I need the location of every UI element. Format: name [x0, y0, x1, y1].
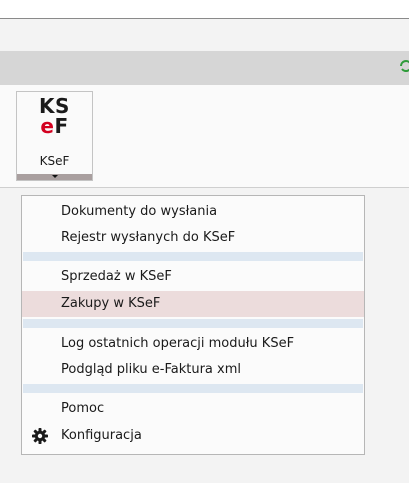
refresh-icon[interactable]	[399, 59, 409, 73]
gear-icon	[32, 428, 48, 444]
menu-item-zakupy-w-ksef[interactable]: Zakupy w KSeF	[22, 291, 364, 317]
ksef-logo: KS eF	[17, 96, 92, 136]
ksef-logo-f: F	[54, 114, 69, 138]
ksef-dropdown-menu: Dokumenty do wysłania Rejestr wysłanych …	[21, 195, 365, 455]
menu-separator	[23, 252, 363, 261]
ksef-logo-line1: KS	[39, 94, 70, 118]
menu-item-sprzedaz-w-ksef[interactable]: Sprzedaż w KSeF	[22, 264, 364, 290]
ksef-ribbon-button[interactable]: KS eF KSeF	[16, 91, 93, 181]
menu-item-label: Log ostatnich operacji modułu KSeF	[61, 336, 295, 351]
menu-item-label: Sprzedaż w KSeF	[61, 269, 172, 284]
menu-item-rejestr-wyslanych[interactable]: Rejestr wysłanych do KSeF	[22, 225, 364, 251]
menu-item-label: Pomoc	[61, 401, 105, 416]
ksef-logo-line2: eF	[17, 116, 92, 136]
menu-separator	[23, 319, 363, 328]
ksef-dropdown-bar[interactable]	[17, 174, 92, 180]
menu-item-label: Rejestr wysłanych do KSeF	[61, 230, 236, 245]
toolbar-strip	[0, 51, 409, 85]
menu-item-konfiguracja[interactable]: Konfiguracja	[22, 423, 364, 449]
top-bar	[0, 0, 409, 19]
menu-item-label: Dokumenty do wysłania	[61, 204, 218, 219]
menu-item-label: Konfiguracja	[61, 428, 142, 443]
menu-item-log-operacji[interactable]: Log ostatnich operacji modułu KSeF	[22, 331, 364, 357]
dropdown-arrow-icon	[52, 175, 58, 178]
ksef-button-label: KSeF	[39, 154, 70, 168]
menu-item-pomoc[interactable]: Pomoc	[22, 396, 364, 422]
menu-separator	[23, 384, 363, 393]
ksef-logo-e: e	[40, 114, 55, 138]
menu-item-podglad-pliku[interactable]: Podgląd pliku e-Faktura xml	[22, 357, 364, 383]
menu-item-dokumenty-do-wyslania[interactable]: Dokumenty do wysłania	[22, 199, 364, 225]
menu-item-label: Zakupy w KSeF	[61, 296, 161, 311]
menu-item-label: Podgląd pliku e-Faktura xml	[61, 362, 241, 377]
